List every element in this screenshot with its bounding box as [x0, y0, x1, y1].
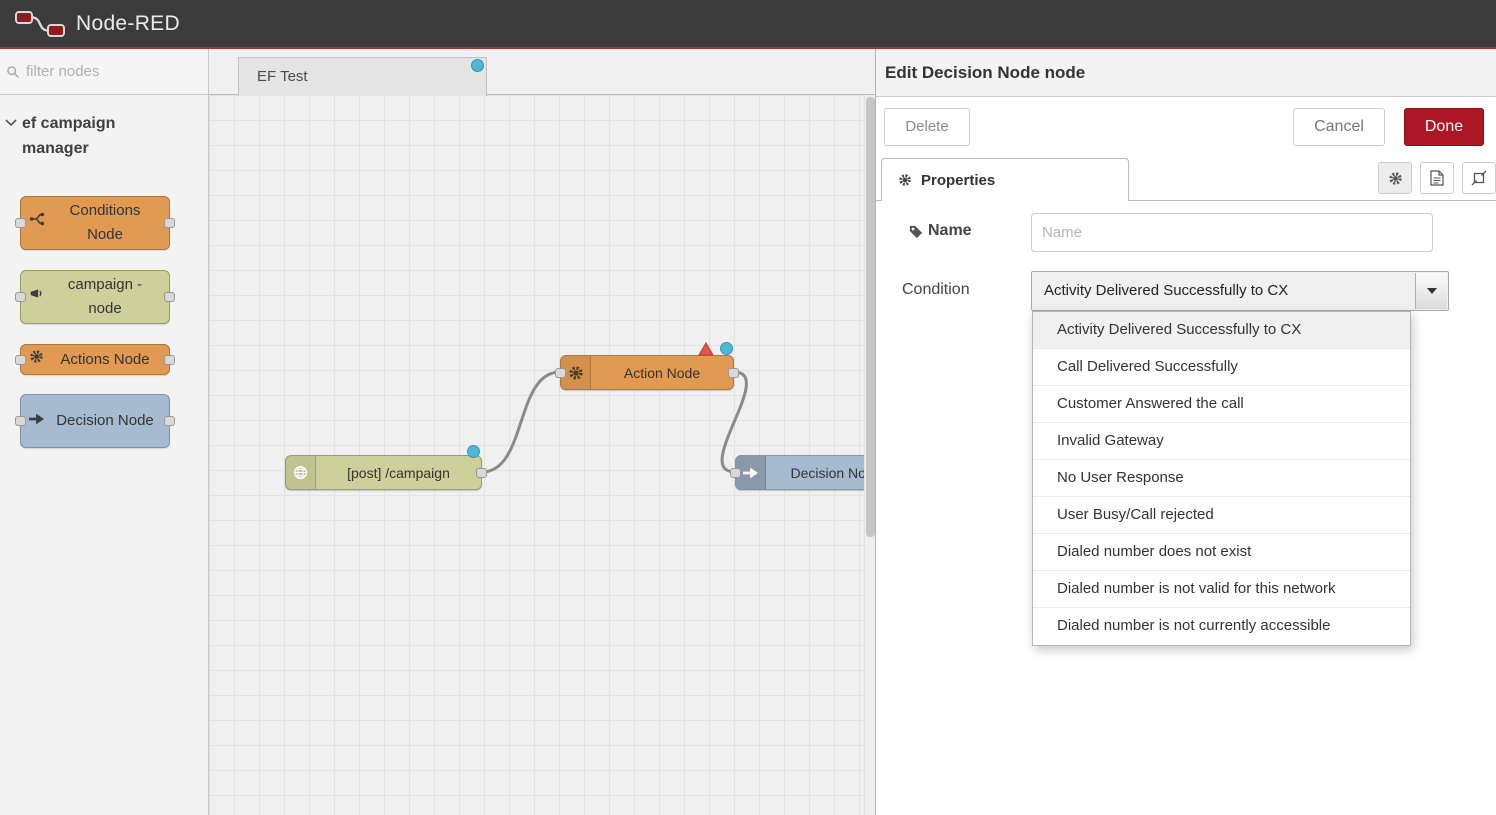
dropdown-option[interactable]: Call Delivered Successfully [1033, 349, 1410, 386]
palette-node-conditions[interactable]: Conditions Node [20, 196, 170, 250]
scrollbar-thumb[interactable] [866, 97, 875, 537]
node-appearance-button[interactable] [1462, 162, 1496, 194]
flow-canvas[interactable]: EF Test [post] /campaign [209, 49, 875, 815]
palette-category-label: ef campaign manager [22, 115, 115, 157]
palette-node-label: Conditions Node [53, 199, 157, 247]
condition-label: Condition [902, 281, 970, 299]
port-output[interactable] [476, 468, 487, 478]
flow-node-post-campaign[interactable]: [post] /campaign [285, 455, 482, 490]
modified-dot-icon [471, 59, 484, 72]
vertical-scrollbar [864, 95, 875, 815]
chevron-down-icon [1427, 288, 1437, 294]
tab-properties[interactable]: Properties [881, 158, 1129, 201]
palette-node-actions[interactable]: Actions Node [20, 344, 170, 375]
arrow-icon [743, 467, 759, 479]
gear-icon [29, 348, 44, 372]
tab-label: EF Test [257, 68, 308, 85]
dropdown-option[interactable]: Dialed number does not exist [1033, 534, 1410, 571]
app-header: Node-RED [0, 0, 1496, 47]
palette-node-label: Actions Node [53, 348, 157, 372]
port-output [164, 355, 175, 365]
condition-select[interactable]: Activity Delivered Successfully to CX [1031, 271, 1449, 311]
node-red-app: Node-RED ef campaign manager Con [0, 0, 1496, 815]
header-accent-line [0, 47, 1496, 49]
port-input [15, 292, 26, 302]
tray-tabbar: Properties [876, 158, 1496, 201]
node-label: [post] /campaign [316, 465, 481, 481]
name-label: Name [928, 222, 972, 240]
tab-properties-label: Properties [921, 172, 995, 189]
condition-selected-value: Activity Delivered Successfully to CX [1044, 282, 1288, 299]
palette-node-campaign[interactable]: campaign - node [20, 270, 170, 324]
node-label: Action Node [591, 365, 733, 381]
select-arrow-button[interactable] [1415, 273, 1447, 309]
split-icon [29, 211, 45, 235]
node-label: Decision Node [766, 465, 875, 481]
delete-button[interactable]: Delete [884, 108, 970, 146]
chevron-down-icon [5, 119, 17, 127]
node-red-logo-icon [14, 8, 66, 40]
modified-dot-icon [467, 445, 480, 458]
port-input[interactable] [730, 468, 741, 478]
port-input[interactable] [555, 368, 566, 378]
palette-node-label: campaign - node [53, 273, 157, 321]
name-field[interactable] [1031, 213, 1433, 252]
app-title: Node-RED [76, 12, 180, 36]
gear-icon [568, 365, 584, 381]
palette-node-label: Decision Node [53, 409, 157, 433]
dropdown-option[interactable]: No User Response [1033, 460, 1410, 497]
palette-node-decision[interactable]: Decision Node [20, 394, 170, 448]
dropdown-option[interactable]: Activity Delivered Successfully to CX [1033, 312, 1410, 349]
port-output [164, 416, 175, 426]
tab-ef-test[interactable]: EF Test [238, 57, 487, 96]
node-description-button[interactable] [1420, 162, 1454, 194]
port-output[interactable] [728, 368, 739, 378]
palette-category-ef-campaign-manager[interactable]: ef campaign manager [0, 95, 208, 173]
gear-icon [898, 173, 912, 187]
node-settings-button[interactable] [1378, 162, 1412, 194]
gear-icon [1388, 171, 1403, 186]
dropdown-option[interactable]: User Busy/Call rejected [1033, 497, 1410, 534]
arrow-icon [29, 409, 45, 433]
flow-node-action[interactable]: Action Node [560, 355, 734, 390]
scale-icon [1471, 170, 1487, 186]
node-icon-strip [286, 456, 316, 489]
dropdown-option[interactable]: Customer Answered the call [1033, 386, 1410, 423]
edit-node-tray: Edit Decision Node node Delete Cancel Do… [875, 49, 1496, 815]
campaign-icon [29, 285, 44, 309]
dropdown-option[interactable]: Dialed number is not valid for this netw… [1033, 571, 1410, 608]
condition-dropdown: Activity Delivered Successfully to CX Ca… [1032, 311, 1411, 646]
search-icon [6, 65, 20, 79]
palette-sidebar: ef campaign manager Conditions Node camp… [0, 49, 209, 815]
done-button[interactable]: Done [1404, 108, 1484, 146]
error-triangle-icon [698, 342, 714, 356]
tag-icon [909, 225, 923, 244]
dropdown-option[interactable]: Invalid Gateway [1033, 423, 1410, 460]
tray-title: Edit Decision Node node [876, 49, 1496, 97]
doc-icon [1430, 170, 1444, 186]
port-output [164, 292, 175, 302]
palette-search [0, 49, 208, 95]
port-input [15, 416, 26, 426]
port-output [164, 218, 175, 228]
dropdown-option[interactable]: Dialed number is not currently accessibl… [1033, 608, 1410, 645]
port-input [15, 218, 26, 228]
workspace-tabs: EF Test [209, 49, 875, 95]
modified-dot-icon [720, 342, 733, 355]
palette-filter-input[interactable] [26, 63, 186, 80]
port-input [15, 355, 26, 365]
globe-icon [293, 465, 308, 480]
cancel-button[interactable]: Cancel [1293, 108, 1385, 146]
flow-node-decision[interactable]: Decision Node [735, 455, 875, 490]
